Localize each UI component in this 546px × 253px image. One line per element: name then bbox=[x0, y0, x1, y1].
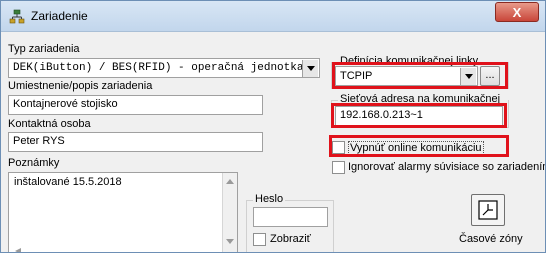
contact-label: Kontaktná osoba bbox=[8, 118, 91, 130]
device-type-dropdown-icon[interactable] bbox=[302, 60, 318, 77]
password-input[interactable] bbox=[253, 207, 328, 227]
show-password-checkbox[interactable] bbox=[253, 233, 266, 246]
device-type-value: DEK(iButton) / BES(RFID) - operačná jedn… bbox=[13, 62, 304, 74]
ignore-alarms-checkbox[interactable] bbox=[332, 161, 345, 174]
device-dialog: Zariadenie X Typ zariadenia DEK(iButton)… bbox=[0, 0, 546, 253]
clock-icon bbox=[478, 200, 498, 220]
highlight-disable-online bbox=[329, 135, 509, 157]
password-group-title: Heslo bbox=[253, 193, 286, 205]
description-label: Umiestnenie/popis zariadenia bbox=[8, 80, 153, 92]
highlight-network-address bbox=[331, 103, 507, 128]
notes-text: inštalované 15.5.2018 bbox=[14, 176, 122, 188]
notes-scrollbar[interactable] bbox=[222, 173, 237, 252]
window-title: Zariadenie bbox=[31, 9, 88, 23]
title-bar: Zariadenie X bbox=[1, 1, 545, 32]
time-zones-label[interactable]: Časové zóny bbox=[459, 233, 523, 245]
device-type-select[interactable]: DEK(iButton) / BES(RFID) - operačná jedn… bbox=[8, 58, 320, 78]
description-input[interactable]: Kontajnerové stojisko bbox=[8, 95, 263, 115]
scroll-down-icon[interactable] bbox=[226, 239, 234, 244]
time-zones-icon-button[interactable] bbox=[471, 194, 505, 226]
ignore-alarms-label: Ignorovať alarmy súvisiace so zariadením bbox=[348, 161, 546, 173]
device-type-label: Typ zariadenia bbox=[8, 43, 80, 55]
show-password-label: Zobraziť bbox=[270, 233, 311, 245]
notes-label: Poznámky bbox=[8, 157, 60, 169]
close-button[interactable]: X bbox=[495, 2, 539, 22]
notes-textarea[interactable]: inštalované 15.5.2018 bbox=[8, 172, 238, 252]
device-network-icon bbox=[9, 9, 25, 24]
scroll-left-icon[interactable] bbox=[15, 248, 21, 253]
highlight-link-definition bbox=[332, 62, 508, 89]
scroll-up-icon[interactable] bbox=[226, 179, 234, 184]
contact-input[interactable]: Peter RYS bbox=[8, 132, 263, 152]
